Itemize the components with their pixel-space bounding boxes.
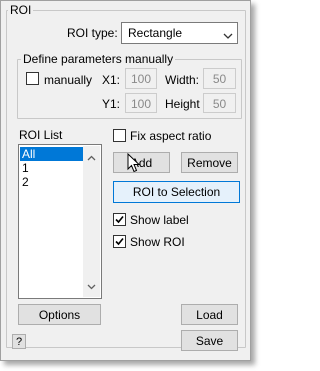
roi-type-label: ROI type: xyxy=(67,26,118,40)
save-button[interactable]: Save xyxy=(181,330,238,351)
x1-label: X1: xyxy=(102,73,121,87)
roi-group-title: ROI xyxy=(8,3,34,17)
roi-type-value: Rectangle xyxy=(128,26,183,40)
show-roi-checkbox[interactable] xyxy=(113,235,126,248)
manual-params-title: Define parameters manually xyxy=(21,52,176,66)
width-field[interactable]: 50 xyxy=(203,68,236,89)
checkmark-icon xyxy=(115,237,124,246)
checkmark-icon xyxy=(115,215,124,224)
cursor-arrow-icon xyxy=(127,152,141,176)
y1-label: Y1: xyxy=(102,97,121,111)
show-roi-label: Show ROI xyxy=(130,235,185,249)
roi-to-selection-button[interactable]: ROI to Selection xyxy=(113,181,240,203)
width-label: Width: xyxy=(165,73,200,87)
remove-button-label: Remove xyxy=(187,155,232,170)
manually-label: manually xyxy=(44,73,93,87)
add-button[interactable]: Add xyxy=(113,152,170,173)
height-field[interactable]: 50 xyxy=(203,93,236,113)
help-button-label: ? xyxy=(15,335,23,348)
fix-aspect-label: Fix aspect ratio xyxy=(130,129,212,143)
show-label-label: Show label xyxy=(130,213,189,227)
list-item[interactable]: 1 xyxy=(20,161,29,175)
show-label-checkbox[interactable] xyxy=(113,213,126,226)
height-label: Height xyxy=(165,97,200,111)
help-button[interactable]: ? xyxy=(12,334,26,349)
roi-listbox[interactable]: All 1 2 xyxy=(18,144,102,299)
roi-to-selection-label: ROI to Selection xyxy=(132,185,221,199)
x1-field[interactable]: 100 xyxy=(125,68,157,89)
options-button[interactable]: Options xyxy=(18,304,101,325)
roi-list-label: ROI List xyxy=(19,128,63,142)
roi-type-select[interactable]: Rectangle xyxy=(121,22,238,44)
roi-panel: ROI ROI type: Rectangle Define parameter… xyxy=(0,0,251,361)
y1-field[interactable]: 100 xyxy=(125,93,157,113)
list-item[interactable]: 2 xyxy=(20,175,29,189)
scroll-down-icon[interactable] xyxy=(87,279,96,293)
list-item[interactable]: All xyxy=(20,147,85,161)
fix-aspect-checkbox[interactable] xyxy=(113,129,126,142)
remove-button[interactable]: Remove xyxy=(181,152,238,173)
save-button-label: Save xyxy=(195,333,224,348)
load-button-label: Load xyxy=(196,307,223,322)
scroll-up-icon[interactable] xyxy=(87,150,96,164)
list-scrollbar[interactable] xyxy=(83,146,100,297)
load-button[interactable]: Load xyxy=(181,304,238,325)
chevron-down-icon xyxy=(223,29,233,43)
manually-checkbox[interactable] xyxy=(26,72,39,85)
options-button-label: Options xyxy=(38,307,81,322)
